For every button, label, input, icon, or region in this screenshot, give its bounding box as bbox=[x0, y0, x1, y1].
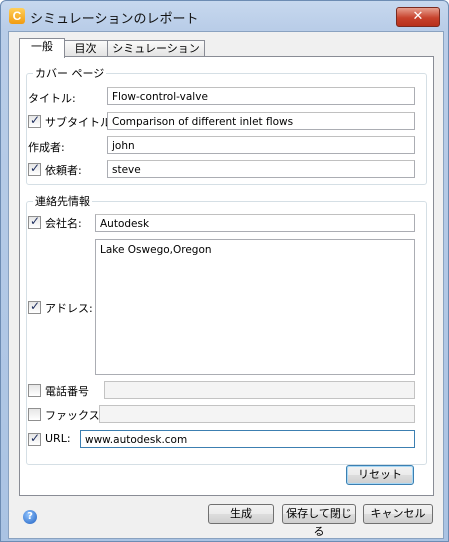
report-dialog: C シミュレーションのレポート ✕ 一般 目次 シミュレーション カバー ページ… bbox=[0, 0, 449, 542]
fax-label: ファックス: bbox=[45, 409, 104, 422]
fax-checkbox[interactable] bbox=[28, 408, 41, 421]
help-icon[interactable]: ? bbox=[23, 510, 37, 524]
fax-field[interactable] bbox=[99, 405, 415, 423]
general-tab-panel: カバー ページ タイトル: Flow-control-valve サブタイトル … bbox=[19, 56, 434, 496]
phone-checkbox[interactable] bbox=[28, 384, 41, 397]
subtitle-label: サブタイトル bbox=[45, 116, 111, 129]
author-field[interactable]: john bbox=[107, 136, 415, 154]
subtitle-checkbox[interactable] bbox=[28, 113, 41, 128]
close-button[interactable]: ✕ bbox=[396, 7, 440, 27]
subtitle-field[interactable]: Comparison of different inlet flows bbox=[107, 112, 415, 130]
company-checkbox[interactable] bbox=[28, 214, 41, 229]
contact-info-legend: 連絡先情報 bbox=[35, 195, 90, 208]
phone-field[interactable] bbox=[104, 381, 415, 399]
client-label: 依頼者: bbox=[45, 164, 82, 177]
title-field[interactable]: Flow-control-valve bbox=[107, 87, 415, 105]
generate-button[interactable]: 生成 bbox=[208, 504, 274, 524]
address-field[interactable]: Lake Oswego,Oregon bbox=[95, 239, 415, 375]
cover-page-legend: カバー ページ bbox=[35, 67, 105, 80]
phone-label: 電話番号 bbox=[45, 385, 89, 398]
client-checkbox[interactable] bbox=[28, 161, 41, 176]
company-label: 会社名: bbox=[45, 217, 82, 230]
client-field[interactable]: steve bbox=[107, 160, 415, 178]
save-and-close-button[interactable]: 保存して閉じる bbox=[282, 504, 356, 538]
url-label: URL: bbox=[45, 432, 71, 445]
company-field[interactable]: Autodesk bbox=[95, 214, 415, 232]
dialog-body: 一般 目次 シミュレーション カバー ページ タイトル: Flow-contro… bbox=[8, 31, 444, 539]
title-label: タイトル: bbox=[28, 92, 76, 105]
title-bar[interactable]: C シミュレーションのレポート ✕ bbox=[1, 1, 448, 31]
reset-button[interactable]: リセット bbox=[346, 465, 414, 485]
tab-simulation[interactable]: シミュレーション bbox=[107, 40, 205, 57]
url-field[interactable]: www.autodesk.com bbox=[80, 430, 415, 448]
tab-general[interactable]: 一般 bbox=[19, 38, 65, 58]
address-label: アドレス: bbox=[45, 302, 93, 315]
author-label: 作成者: bbox=[28, 141, 65, 154]
tab-contents[interactable]: 目次 bbox=[63, 40, 108, 57]
window-title: シミュレーションのレポート bbox=[30, 12, 199, 27]
app-logo-icon: C bbox=[9, 8, 25, 24]
url-checkbox[interactable] bbox=[28, 431, 41, 446]
close-icon: ✕ bbox=[412, 9, 424, 24]
address-checkbox[interactable] bbox=[28, 299, 41, 314]
cancel-button[interactable]: キャンセル bbox=[363, 504, 433, 524]
